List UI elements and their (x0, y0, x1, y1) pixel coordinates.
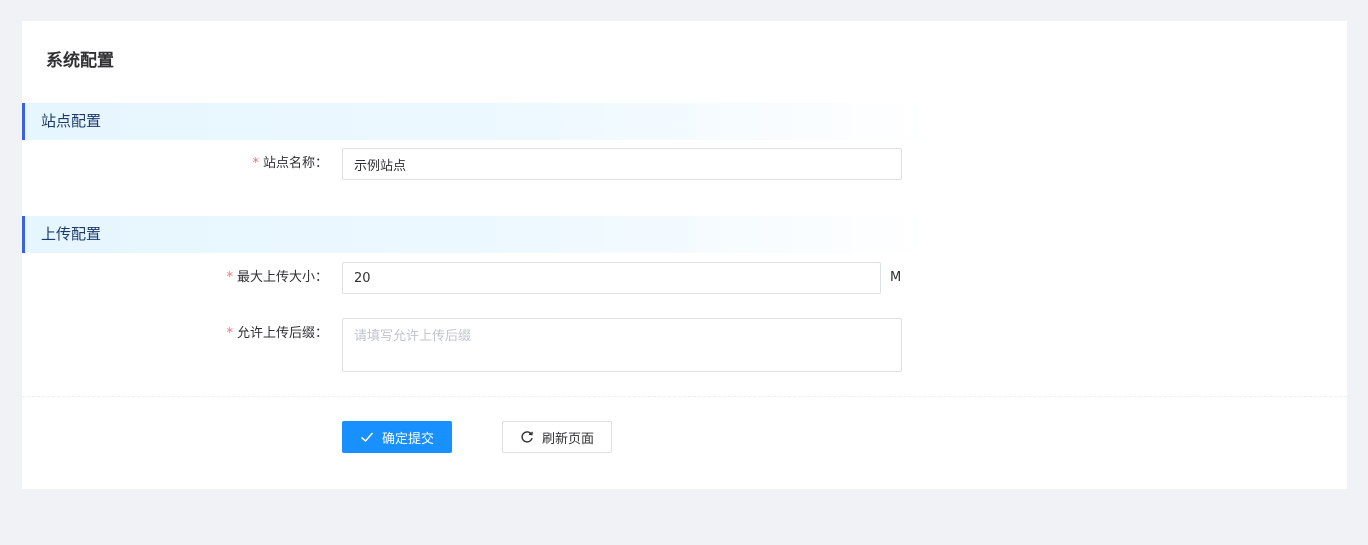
section-title-upload: 上传配置 (41, 225, 102, 243)
config-card: 系统配置 站点配置 *站点名称： 上传配置 *最大上传大小： M *允许上传后缀… (22, 21, 1347, 489)
refresh-label: 刷新页面 (541, 431, 594, 447)
allowed-ext-textarea[interactable] (342, 318, 902, 372)
allowed-ext-label: * 允许上传后缀： (226, 326, 328, 341)
required-mark: * (226, 326, 233, 341)
submit-label: 确定提交 (381, 431, 434, 447)
max-size-label: * 最大上传大小： (226, 270, 328, 285)
section-header-site: 站点配置 (22, 103, 932, 140)
refresh-button[interactable]: 刷新页面 (502, 421, 612, 453)
section-title-site: 站点配置 (41, 112, 102, 130)
size-unit: M (890, 270, 902, 285)
check-icon (360, 430, 374, 444)
max-size-input[interactable] (342, 262, 881, 294)
required-mark: * (226, 270, 233, 285)
site-name-input[interactable] (342, 148, 902, 180)
refresh-icon (520, 430, 534, 444)
site-name-label: * 站点名称： (252, 156, 328, 171)
page-title: 系统配置 (46, 51, 114, 71)
submit-button[interactable]: 确定提交 (342, 421, 452, 453)
form-divider (22, 396, 1347, 397)
required-mark: * (252, 156, 259, 171)
section-header-upload: 上传配置 (22, 216, 932, 253)
